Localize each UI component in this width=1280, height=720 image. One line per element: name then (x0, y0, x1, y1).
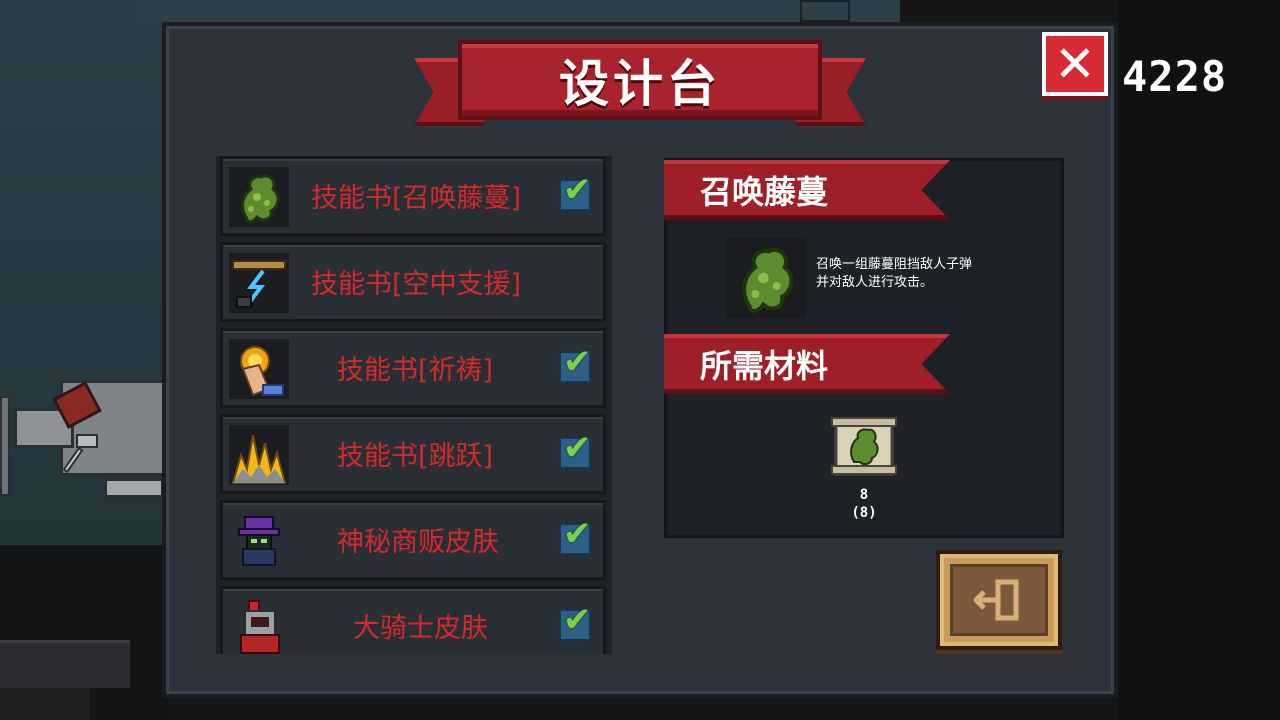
list-item-prayer[interactable]: 技能书[祈祷] ✔ (220, 328, 606, 408)
background-right-area (1118, 0, 1280, 720)
list-item-summon-vine[interactable]: 技能书[召唤藤蔓] ✔ (220, 156, 606, 236)
checkmark-icon: ✔ (563, 514, 592, 554)
owned-checkbox: ✔ (559, 345, 592, 383)
background-ledge-lower (0, 688, 90, 720)
owned-checkbox: ✔ (559, 517, 592, 555)
materials-title-tag: 所需材料 (664, 334, 950, 394)
vine-icon (726, 238, 806, 318)
owned-checkbox: ✔ (559, 431, 592, 469)
description-line: 召唤一组藤蔓阻挡敌人子弹 (816, 257, 973, 272)
selected-item-name: 召唤藤蔓 (700, 172, 829, 211)
background-post (0, 396, 10, 496)
owned-checkbox: ✔ (559, 603, 592, 641)
list-item-grand-knight-skin[interactable]: 大骑士皮肤 ✔ (220, 586, 606, 654)
page-title: 设计台 (559, 55, 721, 113)
list-item-label: 技能书[召唤藤蔓] (311, 183, 522, 214)
item-description: 召唤一组藤蔓阻挡敌人子弹 并对敌人进行攻击。 (816, 256, 1036, 292)
close-button[interactable]: ✕ (1042, 32, 1108, 96)
background-wall-top (140, 0, 900, 24)
background-ledge (0, 640, 130, 688)
air-support-icon (229, 253, 289, 313)
hammer-icon (76, 434, 98, 448)
list-item-label: 技能书[空中支援] (311, 269, 522, 300)
materials-title: 所需材料 (700, 346, 829, 385)
list-item-air-support[interactable]: 技能书[空中支援] (220, 242, 606, 322)
checkmark-icon: ✔ (563, 342, 592, 382)
checkmark-icon: ✔ (563, 600, 592, 640)
description-line: 并对敌人进行攻击。 (816, 275, 934, 290)
checkmark-icon: ✔ (563, 170, 592, 210)
coin-count: 4228 (1122, 52, 1228, 101)
blueprint-list[interactable]: 技能书[召唤藤蔓] ✔ 技能书[空中支援] 技能书[祈祷] ✔ 技能书[跳跃] … (216, 156, 612, 654)
list-item-jump[interactable]: 技能书[跳跃] ✔ (220, 414, 606, 494)
owned-checkbox: ✔ (559, 173, 592, 211)
prayer-icon (229, 339, 289, 399)
background-door (800, 0, 850, 22)
material-required: 8 (859, 487, 869, 503)
list-item-label: 技能书[跳跃] (337, 441, 494, 472)
exit-button[interactable] (936, 550, 1062, 650)
checkmark-icon: ✔ (563, 428, 592, 468)
list-item-label: 技能书[祈祷] (337, 355, 494, 386)
material-count: 8 (8) (820, 486, 908, 522)
list-item-label: 神秘商贩皮肤 (337, 527, 499, 558)
list-item-mysterious-merchant-skin[interactable]: 神秘商贩皮肤 ✔ (220, 500, 606, 580)
title-banner: 设计台 (414, 40, 866, 138)
background-workbench (14, 378, 170, 498)
grand-knight-icon (229, 597, 289, 654)
close-icon: ✕ (1054, 35, 1096, 93)
jump-icon (229, 425, 289, 485)
vine-scroll-icon (828, 414, 900, 480)
selected-item-title-tag: 召唤藤蔓 (664, 160, 950, 220)
material-owned: (8) (851, 505, 877, 521)
mysterious-merchant-icon (229, 511, 289, 571)
list-item-label: 大骑士皮肤 (353, 613, 488, 644)
vine-icon (229, 167, 289, 227)
exit-icon (974, 579, 1019, 621)
